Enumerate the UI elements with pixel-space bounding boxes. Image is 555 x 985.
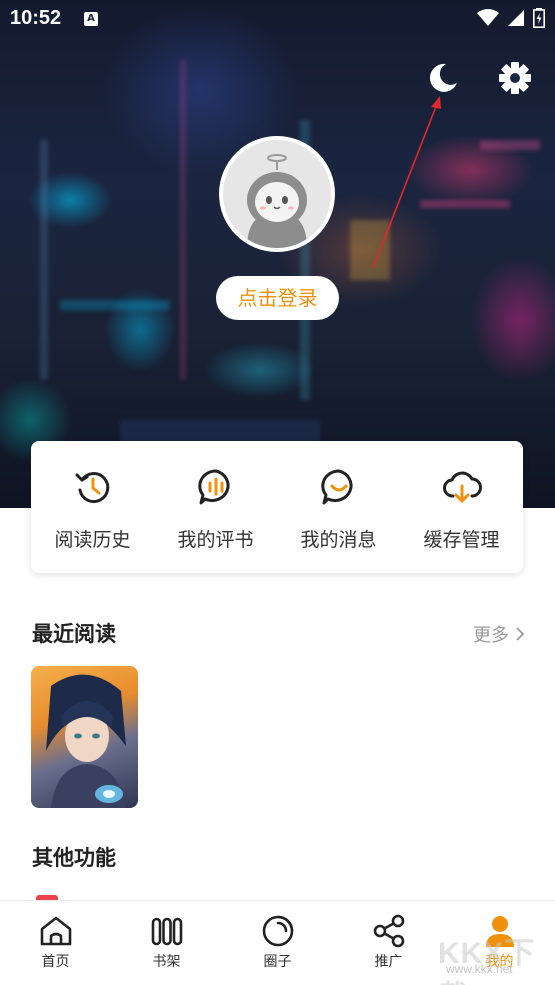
quick-action-label: 我的评书 bbox=[177, 529, 254, 551]
battery-icon bbox=[533, 8, 545, 28]
quick-action-cache[interactable]: 缓存管理 bbox=[400, 441, 523, 573]
quick-action-label: 缓存管理 bbox=[423, 529, 500, 551]
chevron-right-icon bbox=[516, 627, 525, 641]
avatar[interactable] bbox=[219, 136, 335, 252]
nav-promote[interactable]: 推广 bbox=[333, 901, 444, 985]
nav-bookshelf[interactable]: 书架 bbox=[111, 901, 222, 985]
recent-reading-title: 最近阅读 bbox=[32, 622, 116, 646]
gear-icon[interactable] bbox=[497, 60, 533, 96]
more-label: 更多 bbox=[473, 625, 509, 646]
home-icon bbox=[38, 913, 74, 949]
cloud-download-icon bbox=[442, 467, 482, 507]
other-functions-title: 其他功能 bbox=[32, 846, 116, 870]
status-bar: 10:52 A bbox=[0, 0, 555, 38]
quick-action-label: 我的消息 bbox=[300, 529, 377, 551]
nav-label: 首页 bbox=[41, 954, 70, 970]
book-cover[interactable] bbox=[31, 666, 138, 808]
nav-label: 书架 bbox=[152, 954, 181, 970]
bookshelf-icon bbox=[149, 913, 185, 949]
header-background bbox=[0, 0, 555, 508]
comment-bars-icon bbox=[196, 467, 236, 507]
nav-circle[interactable]: 圈子 bbox=[222, 901, 333, 985]
moon-icon[interactable] bbox=[425, 60, 461, 96]
nav-home[interactable]: 首页 bbox=[0, 901, 111, 985]
profile-screen: 10:52 A 点击登录 阅读历史 我的评书 我的消息 缓存管理 最近阅读 更多… bbox=[0, 0, 555, 985]
nav-label: 圈子 bbox=[263, 954, 292, 970]
system-icons bbox=[477, 8, 545, 28]
quick-action-messages[interactable]: 我的消息 bbox=[277, 441, 400, 573]
notification-icon: A bbox=[84, 12, 98, 26]
watermark-url: www.kkx.net bbox=[446, 962, 513, 976]
nav-label: 推广 bbox=[374, 954, 403, 970]
watermark-brand: KKX下载 bbox=[438, 937, 536, 985]
quick-action-label: 阅读历史 bbox=[54, 529, 131, 551]
quick-action-reviews[interactable]: 我的评书 bbox=[154, 441, 277, 573]
history-icon bbox=[73, 467, 113, 507]
login-button[interactable]: 点击登录 bbox=[216, 276, 339, 320]
share-icon bbox=[371, 913, 407, 949]
circle-icon bbox=[260, 913, 296, 949]
wifi-icon bbox=[477, 9, 499, 26]
status-time: 10:52 bbox=[10, 7, 62, 29]
default-avatar-icon bbox=[247, 154, 307, 248]
watermark: KKX下载 www.kkx.net bbox=[436, 928, 552, 985]
message-icon bbox=[319, 467, 359, 507]
more-link[interactable]: 更多 bbox=[473, 621, 525, 647]
signal-icon bbox=[508, 10, 524, 26]
quick-actions-card: 阅读历史 我的评书 我的消息 缓存管理 bbox=[31, 441, 523, 573]
quick-action-history[interactable]: 阅读历史 bbox=[31, 441, 154, 573]
